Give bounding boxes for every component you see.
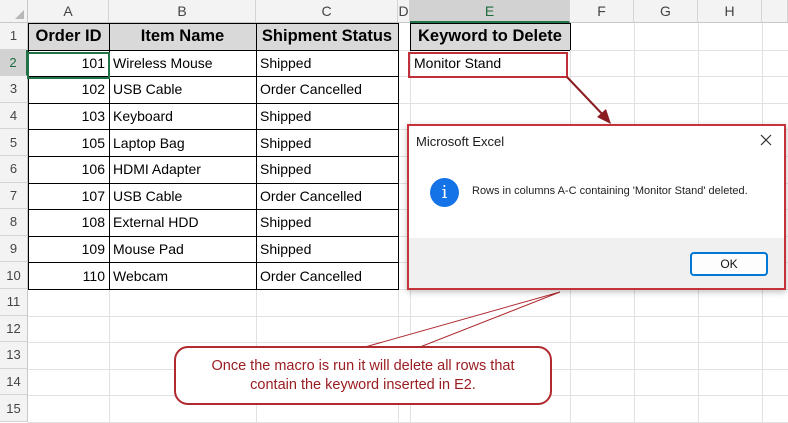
row-header-12[interactable]: 12 (0, 315, 28, 343)
table-header-cell[interactable]: Shipment Status (256, 23, 398, 50)
table-border-h (28, 235, 399, 237)
item-name-cell[interactable]: Keyboard (109, 103, 256, 130)
keyword-border (410, 23, 411, 50)
order-id-cell[interactable]: 108 (28, 209, 109, 236)
shipment-status-cell[interactable]: Order Cancelled (256, 262, 398, 289)
column-header-h[interactable]: H (698, 0, 762, 23)
callout-note: Once the macro is run it will delete all… (174, 346, 552, 405)
row-header-14[interactable]: 14 (0, 368, 28, 396)
shipment-status-cell[interactable]: Order Cancelled (256, 183, 398, 210)
table-border-v (398, 23, 399, 289)
table-border-h (28, 156, 399, 157)
row-header-11[interactable]: 11 (0, 289, 28, 316)
row-header-7[interactable]: 7 (0, 182, 28, 210)
order-id-cell[interactable]: 103 (28, 103, 109, 130)
row-header-9[interactable]: 9 (0, 235, 28, 263)
shipment-status-cell[interactable]: Shipped (256, 236, 398, 263)
table-border-h (28, 49, 399, 51)
column-header-b[interactable]: B (109, 0, 256, 23)
table-border-h (28, 289, 399, 290)
shipment-status-cell[interactable]: Order Cancelled (256, 76, 398, 103)
active-cell-selection (27, 52, 110, 79)
shipment-status-cell[interactable]: Shipped (256, 129, 398, 156)
row-header-5[interactable]: 5 (0, 129, 28, 156)
dialog-title: Microsoft Excel (409, 126, 784, 156)
table-border-h (28, 209, 399, 211)
table-border-h (28, 182, 399, 184)
item-name-cell[interactable]: Webcam (109, 262, 256, 289)
gridline-h (28, 315, 788, 317)
row-header-3[interactable]: 3 (0, 76, 28, 103)
info-icon: i (430, 178, 459, 207)
table-border-h (28, 23, 399, 24)
table-header-cell[interactable]: Order ID (28, 23, 109, 50)
row-header-2[interactable]: 2 (0, 49, 28, 77)
order-id-cell[interactable]: 110 (28, 262, 109, 289)
select-all-corner[interactable] (0, 0, 28, 23)
order-id-cell[interactable]: 102 (28, 76, 109, 103)
shipment-status-cell[interactable]: Shipped (256, 103, 398, 130)
item-name-cell[interactable]: External HDD (109, 209, 256, 236)
table-border-h (28, 102, 399, 104)
column-header-a[interactable]: A (28, 0, 109, 23)
gridline-h (28, 342, 788, 344)
order-id-cell[interactable]: 107 (28, 183, 109, 210)
column-header-g[interactable]: G (634, 0, 698, 23)
shipment-status-cell[interactable]: Shipped (256, 156, 398, 183)
close-icon[interactable] (758, 132, 774, 148)
item-name-cell[interactable]: Mouse Pad (109, 236, 256, 263)
dialog-message: Rows in columns A-C containing 'Monitor … (472, 185, 748, 197)
item-name-cell[interactable]: Laptop Bag (109, 129, 256, 156)
column-header-f[interactable]: F (570, 0, 634, 23)
row-header-15[interactable]: 15 (0, 395, 28, 422)
keyword-border (570, 23, 571, 50)
column-header-blank (762, 0, 788, 23)
keyword-header-cell[interactable]: Keyword to Delete (410, 23, 570, 50)
item-name-cell[interactable]: HDMI Adapter (109, 156, 256, 183)
order-id-cell[interactable]: 105 (28, 129, 109, 156)
item-name-cell[interactable]: USB Cable (109, 183, 256, 210)
callout-line-2: contain the keyword inserted in E2. (250, 376, 476, 393)
callout-line-1: Once the macro is run it will delete all… (211, 357, 515, 374)
message-dialog: Microsoft Excel i Rows in columns A-C co… (407, 124, 786, 290)
table-border-h (28, 262, 399, 264)
row-header-10[interactable]: 10 (0, 262, 28, 289)
column-header-d[interactable]: D (398, 0, 410, 23)
row-header-1[interactable]: 1 (0, 23, 28, 50)
ok-button[interactable]: OK (690, 252, 768, 276)
row-header-4[interactable]: 4 (0, 102, 28, 130)
column-header-e[interactable]: E (410, 0, 570, 23)
row-header-8[interactable]: 8 (0, 209, 28, 236)
table-header-cell[interactable]: Item Name (109, 23, 256, 50)
row-header-13[interactable]: 13 (0, 342, 28, 369)
row-header-6[interactable]: 6 (0, 156, 28, 183)
keyword-border (410, 23, 570, 24)
shipment-status-cell[interactable]: Shipped (256, 50, 398, 77)
column-header-c[interactable]: C (256, 0, 398, 23)
dialog-body: i Rows in columns A-C containing 'Monito… (409, 156, 784, 238)
keyword-cell-highlight (408, 52, 568, 78)
item-name-cell[interactable]: Wireless Mouse (109, 50, 256, 77)
dialog-footer: OK (409, 238, 784, 288)
table-border-v (256, 23, 257, 289)
order-id-cell[interactable]: 106 (28, 156, 109, 183)
item-name-cell[interactable]: USB Cable (109, 76, 256, 103)
table-border-h (28, 129, 399, 131)
order-id-cell[interactable]: 109 (28, 236, 109, 263)
shipment-status-cell[interactable]: Shipped (256, 209, 398, 236)
